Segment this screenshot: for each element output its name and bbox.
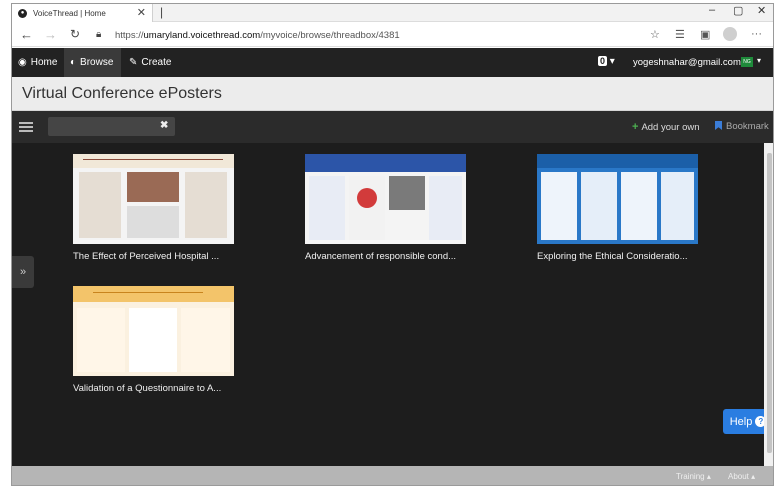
refresh-icon[interactable]: ↻ [70, 27, 80, 41]
thread-title[interactable]: The Effect of Perceived Hospital ... [73, 251, 243, 262]
nav-home[interactable]: ◉ Home [12, 48, 63, 77]
poster-thumbnail[interactable] [537, 154, 698, 244]
url-field[interactable]: https://umaryland.voicethread.com/myvoic… [115, 30, 400, 41]
app-navbar: ◉ Home ◐ Browse ✎ Create 0 ▾ yogeshnahar… [12, 48, 773, 77]
vertical-scrollbar[interactable] [764, 143, 773, 466]
more-menu-icon[interactable]: ··· [751, 28, 762, 40]
bookmark-icon [715, 121, 722, 130]
thread-title[interactable]: Validation of a Questionnaire to A... [73, 383, 243, 394]
add-your-own-button[interactable]: + Add your own [632, 121, 700, 133]
pencil-icon: ✎ [129, 57, 138, 68]
collections-icon[interactable]: ▣ [700, 28, 710, 41]
thread-title[interactable]: Advancement of responsible cond... [305, 251, 475, 262]
nav-create[interactable]: ✎ Create [123, 48, 177, 77]
menu-hamburger-icon[interactable] [19, 122, 33, 132]
browser-tab[interactable]: ● VoiceThread | Home ✕ [12, 4, 153, 22]
browser-profile-avatar[interactable] [723, 27, 737, 41]
poster-thumbnail[interactable] [73, 286, 234, 376]
tab-close-icon[interactable]: ✕ [137, 6, 146, 19]
page-title: Virtual Conference ePosters [22, 85, 222, 102]
plus-icon: + [632, 121, 639, 133]
lock-icon: 🔒︎ [96, 29, 102, 40]
bookmark-button[interactable]: Bookmark [715, 121, 769, 132]
notifications-button[interactable]: 0 ▾ [598, 56, 615, 67]
back-arrow-icon[interactable]: ← [20, 27, 33, 42]
tab-bar: ● VoiceThread | Home ✕ | – ▢ ✕ [12, 4, 773, 22]
thread-gallery: » The Effect of Perceived Hospital ... A… [12, 143, 773, 466]
expand-sidebar-button[interactable]: » [12, 256, 34, 288]
thread-card[interactable]: Validation of a Questionnaire to A... [73, 286, 243, 394]
address-bar: ← → ↻ 🔒︎ https://umaryland.voicethread.c… [12, 23, 773, 47]
favorite-star-icon[interactable]: ☆ [650, 28, 660, 41]
forward-arrow-icon[interactable]: → [44, 27, 57, 42]
notification-count: 0 [598, 56, 608, 66]
favorites-list-icon[interactable]: ☰ [675, 28, 685, 41]
thread-title[interactable]: Exploring the Ethical Consideratio... [537, 251, 707, 262]
search-input[interactable] [48, 117, 175, 136]
globe-icon: ◐ [70, 57, 77, 68]
poster-thumbnail[interactable] [305, 154, 466, 244]
voicethread-favicon-icon: ● [18, 8, 27, 18]
nav-browse[interactable]: ◐ Browse [64, 48, 121, 77]
thread-card[interactable]: The Effect of Perceived Hospital ... [73, 154, 243, 262]
chevron-down-icon: ▾ [609, 56, 615, 67]
poster-thumbnail[interactable] [73, 154, 234, 244]
thread-card[interactable]: Advancement of responsible cond... [305, 154, 475, 262]
about-menu[interactable]: About ▴ [728, 472, 755, 481]
page-footer: Training ▴ About ▴ [12, 466, 773, 485]
browser-window: ● VoiceThread | Home ✕ | – ▢ ✕ ← → ↻ 🔒︎ … [11, 3, 774, 486]
account-chevron-icon[interactable]: ▾ [757, 56, 761, 65]
training-menu[interactable]: Training ▴ [676, 472, 711, 481]
thread-card[interactable]: Exploring the Ethical Consideratio... [537, 154, 707, 262]
home-icon: ◉ [18, 57, 27, 68]
clear-search-icon[interactable]: ✖ [160, 120, 168, 131]
double-chevron-right-icon: » [19, 266, 27, 278]
language-flag-icon[interactable]: NG [741, 57, 753, 67]
maximize-icon[interactable]: ▢ [733, 4, 743, 17]
tab-title: VoiceThread | Home [33, 8, 106, 18]
window-close-icon[interactable]: ✕ [757, 4, 766, 17]
minimize-icon[interactable]: – [709, 4, 715, 16]
new-tab-icon[interactable]: | [160, 5, 163, 19]
browse-toolbar: ✖ + Add your own Bookmark [12, 111, 773, 143]
account-email[interactable]: yogeshnahar@gmail.com [633, 57, 741, 68]
page-header: Virtual Conference ePosters [12, 77, 773, 111]
